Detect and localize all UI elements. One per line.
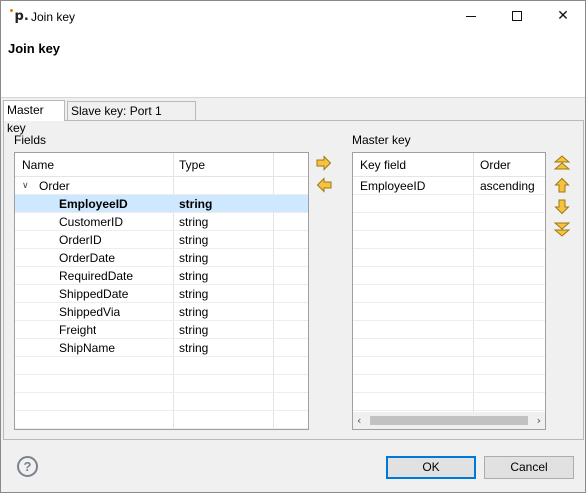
field-type: string — [179, 215, 209, 229]
field-type: string — [179, 305, 209, 319]
close-button[interactable]: ✕ — [540, 1, 586, 32]
column-header-name[interactable]: Name — [22, 153, 54, 177]
join-key-dialog: p. Join key ✕ Join key Master key Slave … — [0, 0, 586, 493]
move-down-icon[interactable] — [554, 199, 570, 215]
window-title: Join key — [31, 10, 76, 24]
close-icon: ✕ — [557, 8, 569, 24]
field-name: OrderID — [59, 233, 102, 247]
remove-arrow-left-icon[interactable] — [316, 177, 332, 193]
title-bar: p. Join key ✕ — [1, 1, 585, 32]
field-name: ShippedDate — [59, 287, 129, 301]
maximize-button[interactable] — [494, 1, 540, 32]
tab-bar: Master key Slave key: Port 1 (slave) — [3, 100, 585, 136]
table-row[interactable]: EmployeeID string — [15, 195, 308, 213]
empty-row — [353, 267, 545, 285]
chevron-down-icon[interactable]: ∨ — [22, 177, 29, 195]
field-type: string — [179, 341, 209, 355]
field-type: string — [179, 251, 209, 265]
field-type: string — [179, 197, 213, 211]
empty-row — [353, 393, 545, 411]
table-row[interactable]: OrderID string — [15, 231, 308, 249]
field-name: EmployeeID — [59, 197, 128, 211]
master-key-header-row: Key field Order — [353, 153, 545, 177]
table-row[interactable]: ShipName string — [15, 339, 308, 357]
order-cell[interactable]: ascending — [480, 177, 535, 195]
empty-row — [353, 375, 545, 393]
table-row[interactable]: EmployeeID ascending — [353, 177, 545, 195]
move-to-bottom-icon[interactable] — [554, 221, 570, 237]
minimize-icon — [466, 15, 476, 17]
column-header-order[interactable]: Order — [480, 153, 511, 177]
table-row[interactable]: ShippedDate string — [15, 285, 308, 303]
scroll-left-icon[interactable]: ‹ — [357, 412, 361, 429]
scrollbar-thumb[interactable] — [370, 416, 528, 425]
field-name: ShippedVia — [59, 305, 121, 319]
dialog-header: Join key — [1, 32, 585, 98]
empty-row — [353, 285, 545, 303]
master-key-label: Master key — [352, 133, 411, 147]
empty-row — [15, 357, 308, 375]
table-row[interactable]: RequiredDate string — [15, 267, 308, 285]
dialog-header-title: Join key — [8, 41, 61, 56]
tree-group-row[interactable]: ∨ Order — [15, 177, 308, 195]
empty-row — [353, 357, 545, 375]
table-row[interactable]: ShippedVia string — [15, 303, 308, 321]
empty-row — [353, 231, 545, 249]
fields-table[interactable]: Name Type ∨ Order EmployeeID string Cust… — [14, 152, 309, 430]
app-logo-icon: p. — [10, 9, 29, 24]
field-type: string — [179, 233, 209, 247]
key-field-cell: EmployeeID — [360, 179, 426, 193]
empty-row — [15, 393, 308, 411]
field-name: CustomerID — [59, 215, 124, 229]
empty-row — [353, 339, 545, 357]
empty-row — [353, 249, 545, 267]
field-type: string — [179, 323, 209, 337]
table-row[interactable]: CustomerID string — [15, 213, 308, 231]
tree-group-label: Order — [39, 179, 70, 193]
column-header-type[interactable]: Type — [179, 153, 205, 177]
field-type: string — [179, 287, 209, 301]
empty-row — [353, 321, 545, 339]
empty-row — [353, 195, 545, 213]
move-to-top-icon[interactable] — [554, 155, 570, 171]
cancel-button[interactable]: Cancel — [484, 456, 574, 479]
ok-button[interactable]: OK — [386, 456, 476, 479]
fields-header-row: Name Type — [15, 153, 308, 177]
master-key-table[interactable]: Key field Order EmployeeID ascending ‹ › — [352, 152, 546, 430]
scroll-right-icon[interactable]: › — [537, 412, 541, 429]
table-row[interactable]: Freight string — [15, 321, 308, 339]
field-name: ShipName — [59, 341, 116, 355]
empty-row — [15, 375, 308, 393]
tab-slave-key[interactable]: Slave key: Port 1 (slave) — [67, 101, 196, 136]
horizontal-scrollbar[interactable]: ‹ › — [353, 412, 545, 429]
minimize-button[interactable] — [448, 1, 494, 32]
empty-row — [353, 303, 545, 321]
empty-row — [15, 411, 308, 429]
maximize-icon — [512, 11, 522, 21]
tab-master-key[interactable]: Master key — [3, 100, 65, 135]
help-icon[interactable]: ? — [17, 456, 38, 477]
field-type: string — [179, 269, 209, 283]
field-name: Freight — [59, 323, 97, 337]
table-row[interactable]: OrderDate string — [15, 249, 308, 267]
column-header-key-field[interactable]: Key field — [360, 153, 406, 177]
footer-separator — [1, 442, 585, 443]
field-name: OrderDate — [59, 251, 116, 265]
empty-row — [353, 213, 545, 231]
move-up-icon[interactable] — [554, 177, 570, 193]
field-name: RequiredDate — [59, 269, 134, 283]
add-arrow-right-icon[interactable] — [316, 155, 332, 171]
